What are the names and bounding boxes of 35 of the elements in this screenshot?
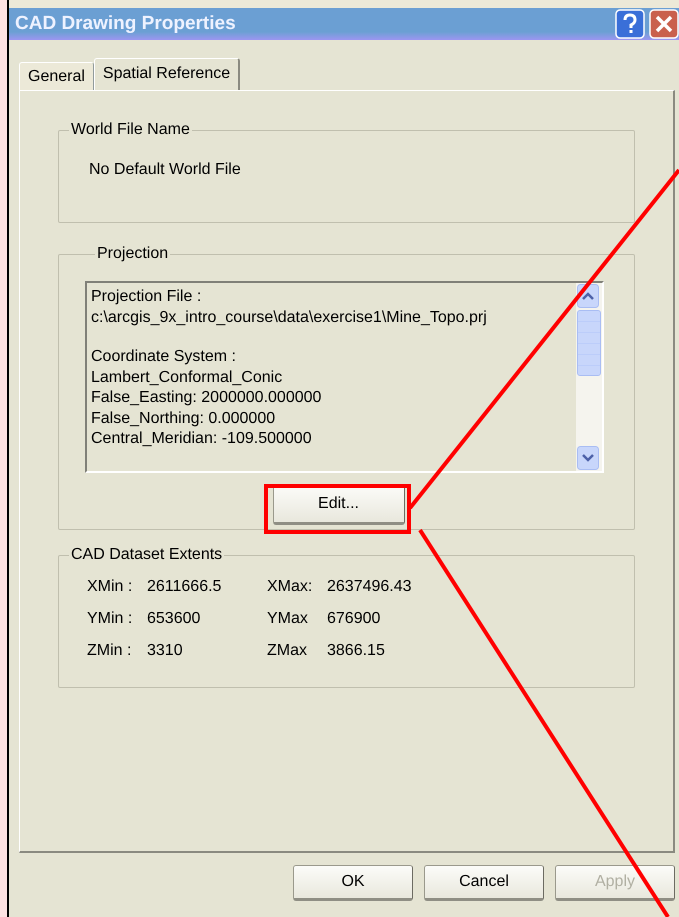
scroll-down-icon[interactable] (577, 446, 599, 470)
help-icon[interactable] (615, 9, 645, 39)
dialog-button[interactable]: Cancel (424, 865, 544, 901)
close-icon[interactable] (649, 9, 679, 39)
text-line: False_Northing: 0.000000 (91, 408, 276, 428)
extent-value: 676900 (327, 610, 382, 628)
extent-value: 3866.15 (327, 642, 386, 660)
extent-value: 3310 (147, 642, 184, 660)
text-line: Coordinate System : (91, 347, 237, 367)
edit-button[interactable]: Edit... (272, 485, 404, 525)
extent-label: XMin : (87, 578, 134, 596)
tab[interactable]: General (19, 62, 94, 90)
extent-value: 2611666.5 (147, 578, 222, 596)
extent-label: YMax (267, 610, 309, 628)
scrollbar[interactable] (576, 283, 602, 471)
extent-value: 2637496.43 (327, 578, 413, 596)
tab[interactable]: Spatial Reference (94, 58, 240, 90)
group-title: CAD Dataset Extents (70, 546, 224, 564)
scroll-thumb[interactable] (577, 310, 601, 376)
extent-label: XMax: (267, 578, 314, 596)
extent-label: YMin : (87, 610, 134, 628)
extent-label: ZMin : (87, 642, 132, 660)
group-title: Projection (96, 245, 170, 263)
text-line: Central_Meridian: -109.500000 (91, 429, 313, 449)
text-line: False_Easting: 2000000.000000 (91, 388, 322, 408)
projection-text-box[interactable] (85, 281, 604, 473)
text-line: Lambert_Conformal_Conic (91, 368, 284, 388)
dialog-button[interactable]: OK (293, 865, 413, 901)
text-line: c:\arcgis_9x_intro_course\data\exercise1\Mine_Topo.prj (91, 308, 488, 328)
world-file-value: No Default World File (89, 161, 241, 179)
window-title: CAD Drawing Properties (15, 13, 236, 35)
extent-value: 653600 (147, 610, 202, 628)
extent-label: ZMax (267, 642, 308, 660)
text-line: Projection File : (91, 287, 202, 307)
group-title: World File Name (70, 121, 191, 139)
